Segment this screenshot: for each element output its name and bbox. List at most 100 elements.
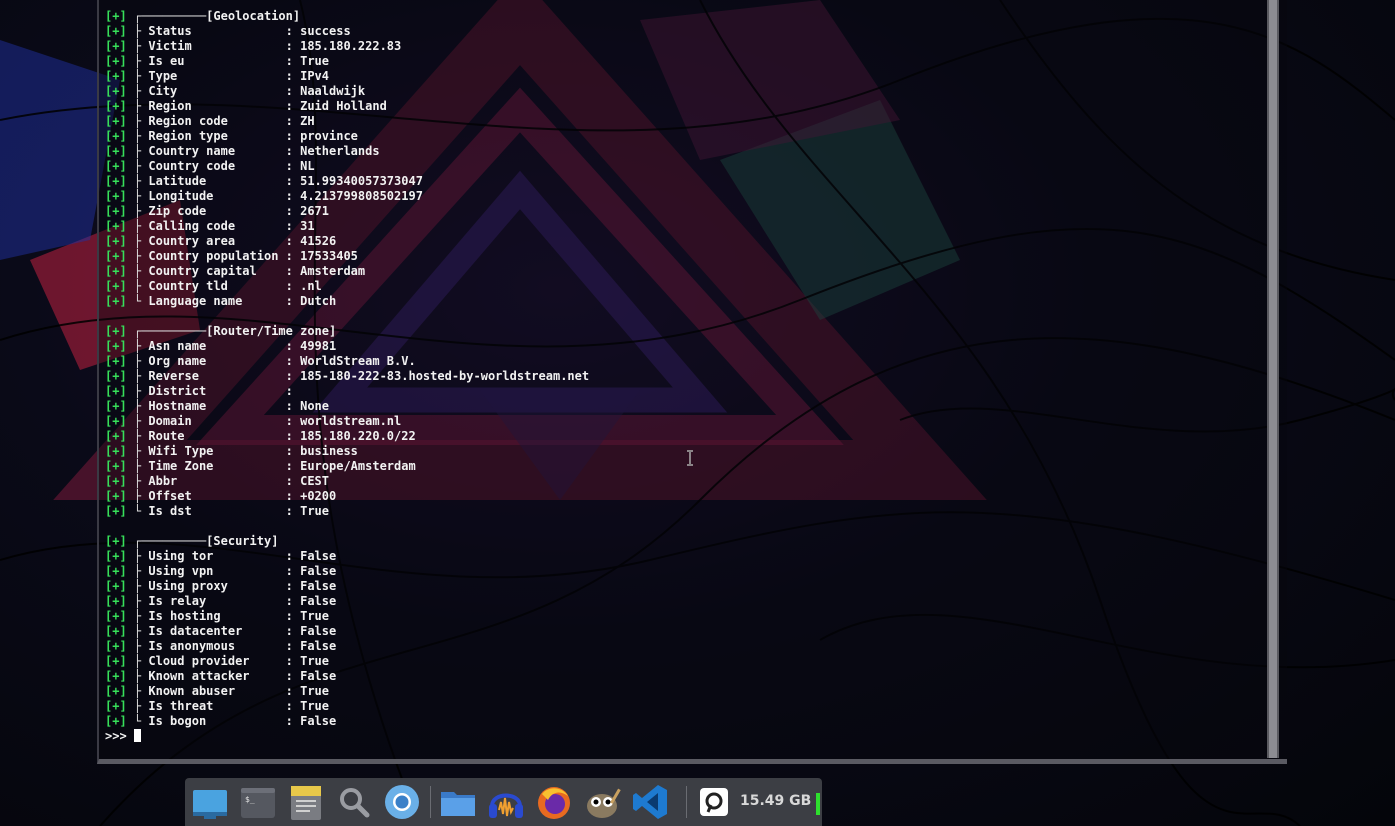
terminal-line: [+] └ Is bogon : False xyxy=(105,714,589,729)
tree-branch: ├ xyxy=(126,204,149,218)
terminal-line: [+] ├ Asn name : 49981 xyxy=(105,339,589,354)
tree-branch: ├ xyxy=(126,129,149,143)
text-editor-icon[interactable] xyxy=(286,782,326,822)
terminal-line: [+] ├ Abbr : CEST xyxy=(105,474,589,489)
terminal-line: [+] ├ Country population : 17533405 xyxy=(105,249,589,264)
field-value: : 185.180.222.83 xyxy=(285,39,402,53)
field-value: : Amsterdam xyxy=(285,264,366,278)
status-tag: [+] xyxy=(105,324,127,338)
terminal-line: [+] ├ Route : 185.180.220.0/22 xyxy=(105,429,589,444)
tree-branch: ├ xyxy=(126,369,149,383)
terminal-line: [+] ├ District : xyxy=(105,384,589,399)
status-tag: [+] xyxy=(105,534,127,548)
terminal-line: [+] ├ City : Naaldwijk xyxy=(105,84,589,99)
field-value: : 185-180-222-83.hosted-by-worldstream.n… xyxy=(285,369,590,383)
field-value: : .nl xyxy=(285,279,322,293)
status-tag: [+] xyxy=(105,579,127,593)
field-key: City xyxy=(148,84,286,98)
field-key: Is dst xyxy=(148,504,286,518)
search-icon[interactable] xyxy=(334,782,374,822)
field-value: : 17533405 xyxy=(285,249,358,263)
status-tag: [+] xyxy=(105,114,127,128)
terminal-line: [+] ├ Is eu : True xyxy=(105,54,589,69)
terminal-line: [+] ├ Org name : WorldStream B.V. xyxy=(105,354,589,369)
tree-branch: ├ xyxy=(126,669,149,683)
field-value: : +0200 xyxy=(285,489,337,503)
tree-branch: ├ xyxy=(126,609,149,623)
files-icon[interactable] xyxy=(438,782,478,822)
terminal-line: [+] ├ Country name : Netherlands xyxy=(105,144,589,159)
field-value: : False xyxy=(285,549,337,563)
field-key: Cloud provider xyxy=(148,654,286,668)
status-tag: [+] xyxy=(105,69,127,83)
terminal-scrollbar[interactable] xyxy=(1267,0,1279,758)
gimp-icon[interactable] xyxy=(582,782,622,822)
disk-usage-label: 15.49 GB xyxy=(740,793,812,809)
tree-branch: ├ xyxy=(126,414,149,428)
desktop-icon[interactable] xyxy=(190,782,230,822)
field-value: : 51.99340057373047 xyxy=(285,174,423,188)
text-cursor-icon xyxy=(687,450,693,466)
dock-separator xyxy=(430,786,431,818)
field-key: Country population xyxy=(148,249,286,263)
tree-branch: └ xyxy=(126,504,149,518)
field-value: : True xyxy=(285,504,330,518)
field-key: Language name xyxy=(148,294,286,308)
status-tag: [+] xyxy=(105,549,127,563)
field-key: Time Zone xyxy=(148,459,286,473)
svg-text:$_: $_ xyxy=(245,795,255,804)
status-tag: [+] xyxy=(105,399,127,413)
terminal-line: [+] ├ Is relay : False xyxy=(105,594,589,609)
terminal-line: [+] ├ Wifi Type : business xyxy=(105,444,589,459)
status-tag: [+] xyxy=(105,414,127,428)
status-tag: [+] xyxy=(105,249,127,263)
field-key: Known attacker xyxy=(148,669,286,683)
terminal-line: [+] ├ Offset : +0200 xyxy=(105,489,589,504)
terminal-window[interactable]: [+] ┌─────────[Geolocation] [+] ├ Status … xyxy=(97,0,1287,764)
field-key: Region type xyxy=(148,129,286,143)
tree-branch: └ xyxy=(126,714,149,728)
terminal-line: [+] └ Language name : Dutch xyxy=(105,294,589,309)
status-tag: [+] xyxy=(105,54,127,68)
field-key: Is threat xyxy=(148,699,286,713)
status-tag: [+] xyxy=(105,669,127,683)
status-tag: [+] xyxy=(105,189,127,203)
status-tag: [+] xyxy=(105,369,127,383)
terminal-line: [+] ├ Zip code : 2671 xyxy=(105,204,589,219)
disk-usage-icon[interactable] xyxy=(694,782,734,822)
field-key: Country code xyxy=(148,159,286,173)
field-value: : ZH xyxy=(285,114,315,128)
audacity-icon[interactable] xyxy=(486,782,526,822)
terminal-line: [+] ├ Latitude : 51.99340057373047 xyxy=(105,174,589,189)
field-key: Domain xyxy=(148,414,286,428)
status-tag: [+] xyxy=(105,234,127,248)
field-value: : True xyxy=(285,54,330,68)
field-key: Longitude xyxy=(148,189,286,203)
field-key: Region xyxy=(148,99,286,113)
terminal-line: [+] ├ Country area : 41526 xyxy=(105,234,589,249)
prompt-text: >>> xyxy=(105,729,134,743)
tree-branch: ├ xyxy=(126,624,149,638)
tree-branch: ├ xyxy=(126,699,149,713)
terminal-prompt[interactable]: >>> xyxy=(105,729,589,744)
status-tag: [+] xyxy=(105,144,127,158)
dock-separator xyxy=(686,786,687,818)
field-value: : False xyxy=(285,624,337,638)
field-value: : False xyxy=(285,639,337,653)
firefox-icon[interactable] xyxy=(534,782,574,822)
terminal-icon[interactable]: $_ xyxy=(238,782,278,822)
vscode-icon[interactable] xyxy=(630,782,670,822)
field-key: Wifi Type xyxy=(148,444,286,458)
chromium-icon[interactable] xyxy=(382,782,422,822)
terminal-line: [+] ├ Hostname : None xyxy=(105,399,589,414)
field-key: District xyxy=(148,384,286,398)
status-tag: [+] xyxy=(105,39,127,53)
terminal-output[interactable]: [+] ┌─────────[Geolocation] [+] ├ Status … xyxy=(105,9,589,744)
field-value: : False xyxy=(285,669,337,683)
field-key: Offset xyxy=(148,489,286,503)
terminal-line: [+] ├ Region : Zuid Holland xyxy=(105,99,589,114)
section-header: [Router/Time zone] xyxy=(206,324,337,338)
field-key: Country tld xyxy=(148,279,286,293)
field-key: Is anonymous xyxy=(148,639,286,653)
